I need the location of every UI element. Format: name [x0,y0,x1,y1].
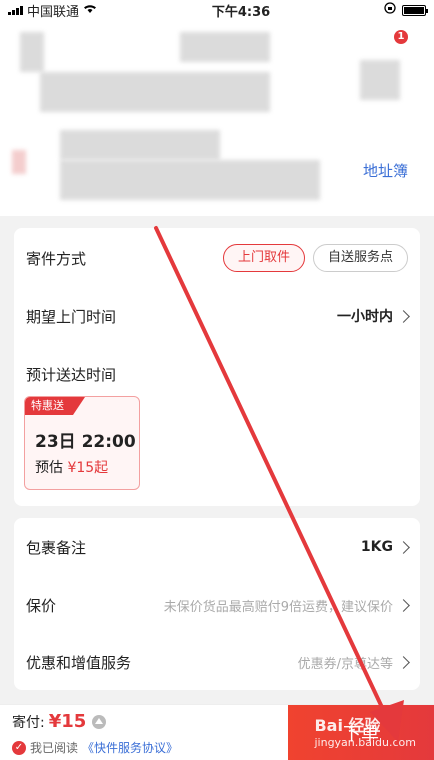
insurance-row[interactable]: 保价 未保价货品最高赔付9倍运费，建议保价 [26,590,410,620]
pickup-option-button[interactable]: 上门取件 [222,244,305,272]
total-price: ¥15 [48,711,87,732]
remark-row[interactable]: 包裹备注 1KG [26,532,410,562]
receiver-address-blurred [60,160,320,200]
eta-label: 预计送达时间 [26,365,117,384]
services-label: 优惠和增值服务 [26,653,132,672]
insurance-label: 保价 [26,596,57,615]
address-book-link[interactable]: 地址簿 [363,160,408,181]
insurance-hint: 未保价货品最高赔付9倍运费，建议保价 [163,599,393,615]
delivery-option-card[interactable]: 特惠送 23日 22:00 预估 ¥15起 [24,396,140,490]
eta-row: 预计送达时间 [26,359,408,389]
package-details-card: 包裹备注 1KG 保价 未保价货品最高赔付9倍运费，建议保价 优惠和增值服务 优… [14,518,420,690]
send-method-label: 寄件方式 [26,249,87,268]
chevron-right-icon [397,309,410,323]
chevron-right-icon [397,655,410,669]
status-time: 下午4:36 [211,4,271,20]
delivery-estimate: 预估 ¥15起 [35,457,108,477]
receiver-marker [12,150,26,174]
pay-label: 寄付: [12,714,45,731]
remark-value: 1KG [360,539,393,555]
pickup-time-value: 一小时内 [337,309,393,325]
services-row[interactable]: 优惠和增值服务 优惠券/京尊达等 [26,647,410,677]
wifi-icon [83,3,97,18]
orientation-lock-icon [384,2,396,18]
status-bar: 中国联通 下午4:36 [0,0,434,20]
agreement-line: ✓ 我已阅读 《快件服务协议》 [12,739,178,756]
pickup-time-row[interactable]: 期望上门时间 一小时内 [26,301,410,331]
watermark-url: jingyan.baidu.com [314,736,416,749]
estimate-price: ¥15起 [67,460,109,476]
signal-icon [8,5,23,15]
watermark-title: Bai 经验 [314,716,381,735]
services-hint: 优惠券/京尊达等 [297,656,393,672]
delivery-tag: 特惠送 [25,397,85,415]
delivery-time: 23日 22:00 [35,432,136,452]
sender-address-blurred [40,72,270,112]
sender-avatar [20,32,44,72]
agree-text: 我已阅读 [30,741,79,755]
checkmark-icon[interactable]: ✓ [12,740,26,755]
chevron-right-icon [397,598,410,612]
shipping-options-card: 寄件方式 上门取件 自送服务点 期望上门时间 一小时内 预计送达时间 特惠送 2… [14,228,420,506]
dropoff-option-button[interactable]: 自送服务点 [312,244,408,272]
remark-label: 包裹备注 [26,538,87,557]
notification-badge: 1 [394,30,408,44]
price-line: 寄付: ¥15 [12,711,107,732]
carrier-name: 中国联通 [27,4,80,20]
estimate-prefix: 预估 [35,460,63,476]
chevron-right-icon [397,540,410,554]
price-detail-icon[interactable] [92,714,107,729]
baidu-watermark: Bai 经验 jingyan.baidu.com [314,712,416,749]
service-agreement-link[interactable]: 《快件服务协议》 [82,739,178,756]
address-card[interactable]: 1 地址簿 [0,20,434,216]
pickup-time-label: 期望上门时间 [26,307,117,326]
receiver-info-blurred [60,130,220,160]
contact-icon-blurred [360,60,400,100]
sender-info-blurred [180,32,270,62]
send-method-row: 寄件方式 上门取件 自送服务点 [26,243,408,273]
battery-icon [402,4,428,16]
